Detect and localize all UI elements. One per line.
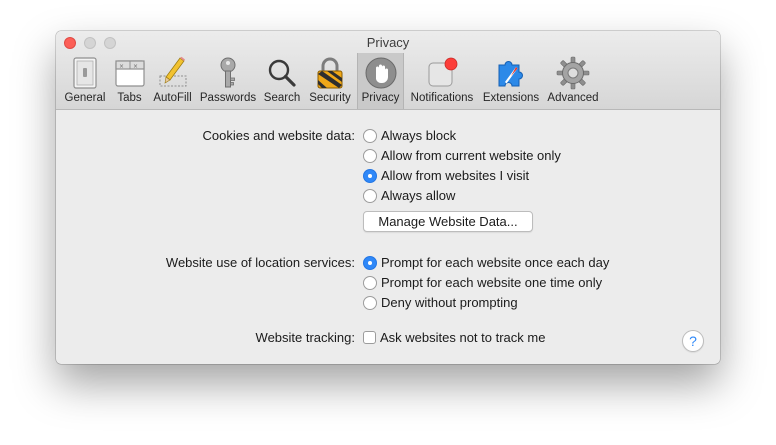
option-label: Always block <box>381 128 457 143</box>
cookies-option-current-website[interactable]: Allow from current website only <box>363 147 561 165</box>
option-label: Always allow <box>381 188 456 203</box>
general-icon <box>68 56 102 90</box>
tab-label: Tabs <box>117 92 142 104</box>
cookies-label: Cookies and website data: <box>202 128 355 143</box>
option-label: Ask websites not to track me <box>380 330 546 345</box>
radio-button[interactable] <box>363 296 377 310</box>
gear-icon <box>556 56 590 90</box>
website-tracking-label: Website tracking: <box>255 330 355 345</box>
preferences-window: Privacy General × × Tabs AutoFill Passwo… <box>56 31 720 364</box>
radio-button[interactable] <box>363 276 377 290</box>
option-label: Allow from websites I visit <box>381 168 530 183</box>
location-services-label: Website use of location services: <box>165 255 355 270</box>
tab-security[interactable]: Security <box>306 53 354 109</box>
cookies-option-websites-visited[interactable]: Allow from websites I visit <box>363 167 529 185</box>
hand-icon <box>364 56 398 90</box>
tab-label: Search <box>263 92 301 104</box>
tab-label: Passwords <box>199 92 257 104</box>
tab-search[interactable]: Search <box>260 53 304 109</box>
screen: Privacy General × × Tabs AutoFill Passwo… <box>0 0 776 445</box>
tab-general[interactable]: General <box>59 53 111 109</box>
cookies-option-always-allow[interactable]: Always allow <box>363 187 455 205</box>
tab-tabs[interactable]: × × Tabs <box>112 53 147 109</box>
tab-extensions[interactable]: Extensions <box>480 53 542 109</box>
privacy-pane: Cookies and website data: Always block A… <box>56 110 720 364</box>
tab-notifications[interactable]: Notifications <box>406 53 478 109</box>
help-button[interactable]: ? <box>682 330 704 352</box>
tab-label: General <box>64 92 106 104</box>
tab-passwords[interactable]: Passwords <box>197 53 259 109</box>
svg-text:×: × <box>119 63 124 70</box>
title-bar: Privacy General × × Tabs AutoFill Passwo… <box>56 31 720 110</box>
manage-website-data-button[interactable]: Manage Website Data... <box>363 211 533 232</box>
do-not-track-checkbox[interactable] <box>363 331 376 344</box>
tabs-icon: × × <box>113 56 147 90</box>
option-label: Deny without prompting <box>381 295 518 310</box>
tab-label: Advanced <box>547 92 599 104</box>
key-icon <box>211 56 245 90</box>
location-option-deny[interactable]: Deny without prompting <box>363 294 518 312</box>
tab-label: Notifications <box>410 92 474 104</box>
radio-button[interactable] <box>363 189 377 203</box>
radio-button[interactable] <box>363 149 377 163</box>
radio-button-selected[interactable] <box>363 169 377 183</box>
tab-label: Privacy <box>361 92 400 104</box>
tab-autofill[interactable]: AutoFill <box>150 53 195 109</box>
window-title: Privacy <box>366 35 410 50</box>
option-label: Prompt for each website once each day <box>381 255 610 270</box>
cookies-option-always-block[interactable]: Always block <box>363 127 456 145</box>
svg-text:×: × <box>133 63 138 70</box>
tab-label: AutoFill <box>153 92 192 104</box>
option-label: Allow from current website only <box>381 148 561 163</box>
autofill-icon <box>156 56 190 90</box>
search-icon <box>265 56 299 90</box>
tracking-option[interactable]: Ask websites not to track me <box>363 329 545 347</box>
puzzle-icon <box>494 56 528 90</box>
tab-privacy[interactable]: Privacy <box>357 53 404 109</box>
lock-icon <box>313 56 347 90</box>
tab-label: Extensions <box>482 92 540 104</box>
tab-label: Security <box>309 92 351 104</box>
radio-button[interactable] <box>363 129 377 143</box>
tab-advanced[interactable]: Advanced <box>544 53 602 109</box>
notifications-icon <box>425 56 459 90</box>
option-label: Prompt for each website one time only <box>381 275 603 290</box>
location-option-one-time-only[interactable]: Prompt for each website one time only <box>363 274 602 292</box>
location-option-once-each-day[interactable]: Prompt for each website once each day <box>363 254 609 272</box>
radio-button-selected[interactable] <box>363 256 377 270</box>
